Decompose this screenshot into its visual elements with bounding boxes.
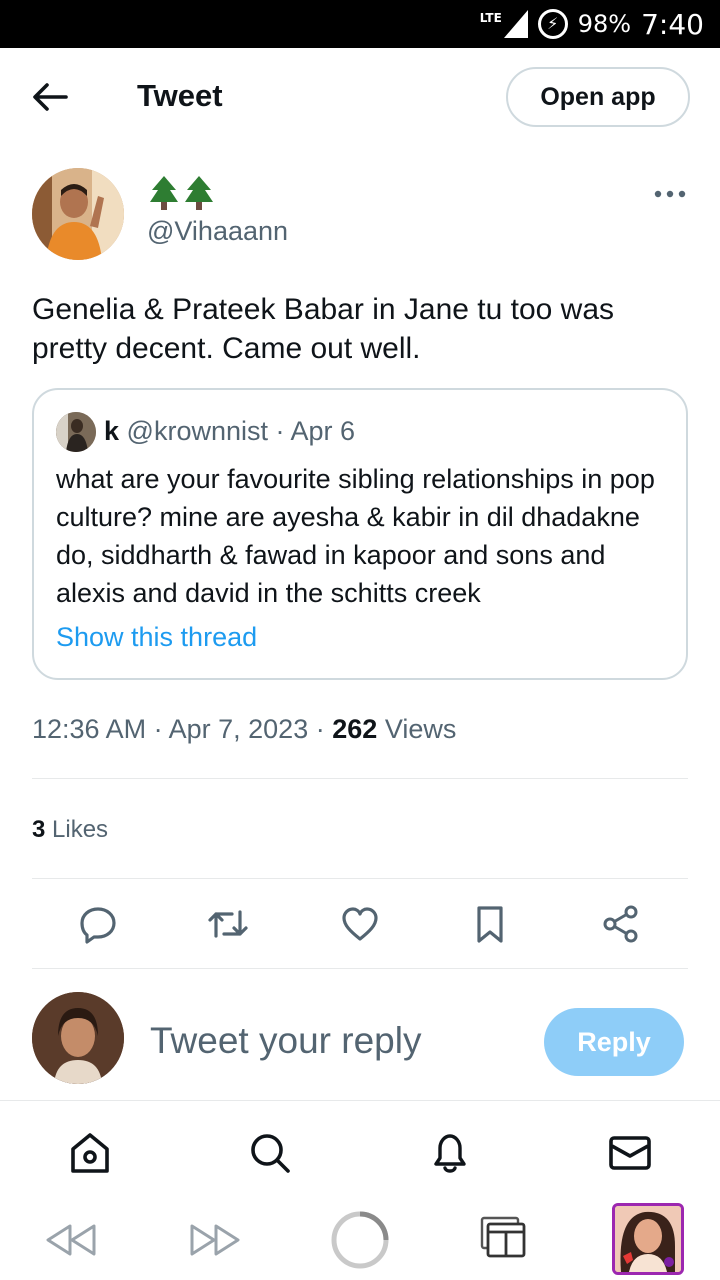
reply-submit-button[interactable]: Reply [544,1008,684,1076]
bookmark-icon [477,906,503,943]
nav-home[interactable] [66,1129,114,1177]
author-avatar-image [32,168,124,260]
meta-separator: · [315,714,325,744]
likes-count: 3 [32,816,46,843]
quoted-tweet[interactable]: k @krownnist · Apr 6 what are your favou… [32,388,688,680]
tree-emoji-icon [150,176,213,210]
quote-avatar-image [56,412,96,452]
browser-toolbar [0,1200,720,1280]
app-root: LTE ⚡ 98% 7:40 Tweet Open app @Vihaaann … [0,0,720,1280]
show-thread-link[interactable]: Show this thread [56,622,257,653]
battery-charging-icon: ⚡ [537,9,568,39]
tweet-date[interactable]: Apr 7, 2023 [169,714,309,744]
tweet-actions [0,900,720,948]
retweet-button[interactable] [204,900,252,948]
network-type: LTE [479,11,502,25]
back-button[interactable] [30,80,70,114]
browser-back-button[interactable] [44,1218,98,1262]
quote-text: what are your favourite sibling relation… [56,464,655,608]
current-user-avatar[interactable] [32,992,124,1084]
home-icon [71,1133,109,1173]
reply-button[interactable] [74,900,122,948]
battery-level: 98% [577,10,632,38]
author-handle[interactable]: @Vihaaann [147,216,288,247]
share-button[interactable] [597,900,645,948]
retweet-icon [208,910,248,938]
bottom-navigation [0,1100,720,1200]
views-label: Views [384,714,457,744]
tweet-time: 12:36 AM [32,714,147,744]
nav-search[interactable] [246,1129,294,1177]
fast-forward-icon [190,1224,240,1256]
clock: 7:40 [641,7,704,41]
user-avatar-image [32,992,124,1084]
quote-separator: · [275,416,285,446]
like-button[interactable] [336,900,384,948]
views-count: 262 [332,714,378,744]
tweet-text: Genelia & Prateek Babar in Jane tu too w… [32,293,615,365]
divider [32,968,688,969]
profile-thumbnail-image [615,1206,681,1272]
quote-author-handle: @krownnist [126,416,268,446]
notifications-icon [434,1134,466,1173]
quote-header: k @krownnist · Apr 6 [104,416,355,447]
tweet-timestamp: 12:36 AM · Apr 7, 2023 · 262 Views [32,714,456,745]
quote-author-name: k [104,416,120,446]
likes-stat[interactable]: 3 Likes [32,816,108,844]
nav-notifications[interactable] [426,1129,474,1177]
reply-input[interactable] [150,1018,510,1064]
status-bar: LTE ⚡ 98% 7:40 [0,0,720,48]
quote-author-avatar [56,412,96,452]
author-avatar[interactable] [32,168,124,260]
browser-tabs-button[interactable] [478,1212,528,1262]
bookmark-button[interactable] [466,900,514,948]
like-icon [342,907,378,941]
arrow-left-icon [33,83,68,111]
rewind-icon [46,1224,96,1256]
messages-icon [609,1136,651,1170]
reply-icon [80,907,116,944]
more-options-button[interactable] [652,184,688,204]
browser-reload-button[interactable] [330,1210,390,1270]
likes-label: Likes [52,816,109,843]
meta-separator: · [153,714,163,744]
nav-messages[interactable] [606,1129,654,1177]
author-display-name[interactable]: 🌲🌲 [147,174,217,214]
signal-indicator: LTE [480,10,528,38]
divider [32,878,688,879]
top-app-bar: Tweet Open app [0,48,720,146]
browser-forward-button[interactable] [188,1218,242,1262]
more-horizontal-icon [654,190,686,198]
divider [32,778,688,779]
browser-profile-thumbnail[interactable] [612,1203,684,1275]
tabs-icon [480,1216,526,1258]
open-app-button[interactable]: Open app [506,67,690,127]
loading-spinner-icon [331,1211,389,1269]
share-icon [603,905,638,943]
page-title: Tweet [137,78,223,113]
signal-icon [503,10,528,38]
search-icon [251,1134,290,1173]
quote-date: Apr 6 [290,416,356,446]
